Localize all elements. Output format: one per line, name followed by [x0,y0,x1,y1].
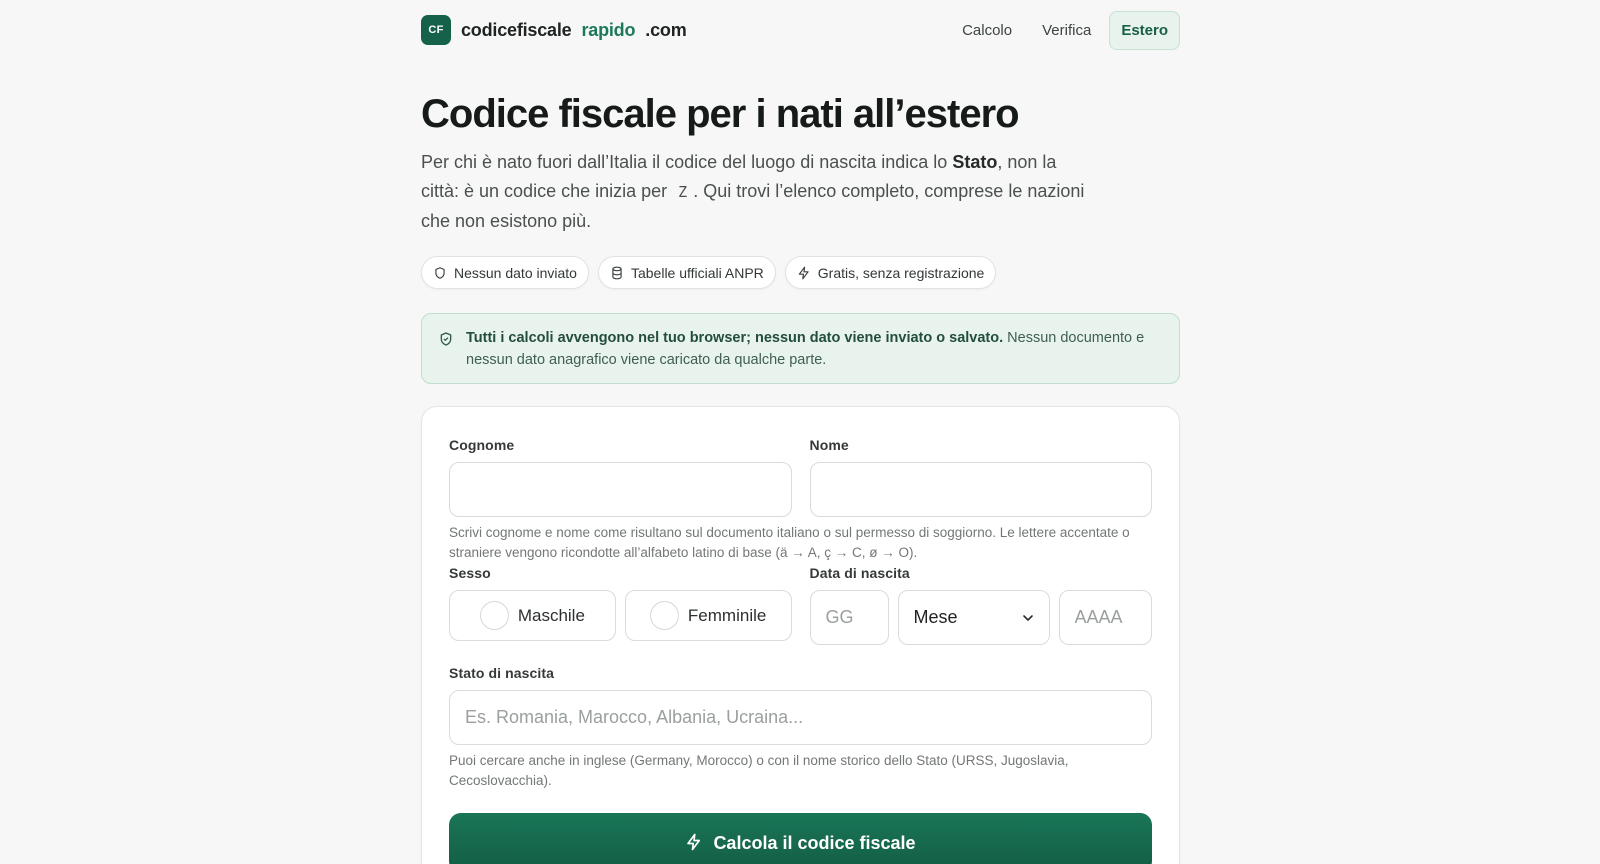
bolt-icon [798,266,809,279]
cognome-field: Cognome [449,437,792,517]
stato-field: Stato di nascita Puoi cercare anche in i… [449,665,1152,791]
calcola-button-label: Calcola il codice fiscale [713,833,916,853]
page-intro: Per chi è nato fuori dall’Italia il codi… [421,148,1091,236]
nome-input[interactable] [809,462,1152,517]
stato-hint: Puoi cercare anche in inglese (Germany, … [449,753,1069,788]
sesso-field: Sesso Maschile Femminile [449,565,792,645]
radio-circle-icon [479,601,509,630]
sex-date-row: Sesso Maschile Femminile Data di nascita [449,565,1152,645]
radio-maschile-label: Maschile [517,605,585,625]
intro-part-1: Per chi è nato fuori dall’Italia il codi… [421,152,953,172]
cognome-input[interactable] [449,462,792,517]
brand-part-1: codicefiscale [461,19,572,40]
name-hint: Scrivi cognome e nome come risultano sul… [449,525,1130,560]
chip-privacy: Nessun dato inviato [421,256,589,289]
brand-link[interactable]: CF codicefiscale rapido .com [421,15,687,45]
cognome-label: Cognome [449,437,515,453]
database-icon [612,266,622,279]
page-title: Codice fiscale per i nati all’estero [421,92,1020,136]
brand-name: codicefiscale rapido .com [461,20,687,41]
radio-circle-icon [649,601,679,630]
sesso-options: Maschile Femminile [449,590,792,641]
data-label: Data di nascita [809,565,910,581]
stato-input[interactable] [449,690,1152,745]
brand-part-2: rapido [581,19,636,40]
logo-icon: CF [421,15,451,45]
page: CF codicefiscale rapido .com Calcolo Verif… [421,0,1180,864]
radio-maschile[interactable]: Maschile [449,590,616,641]
shield-check-icon [440,332,452,346]
privacy-notice: Tutti i calcoli avvengono nel tuo browse… [421,313,1180,384]
stato-label: Stato di nascita [449,665,555,681]
nav-verifica[interactable]: Verifica [1030,11,1103,50]
bolt-icon [687,833,701,851]
notice-bold: Tutti i calcoli avvengono nel tuo browse… [466,330,1004,346]
year-input[interactable] [1058,590,1152,645]
name-row: Cognome Nome [449,437,1152,517]
sesso-label: Sesso [449,565,491,581]
date-inputs: Mese [809,590,1152,645]
chip-free-label: Gratis, senza registrazione [817,264,985,281]
data-field: Data di nascita Mese [809,565,1152,645]
chip-anpr: Tabelle ufficiali ANPR [597,256,776,289]
nome-field: Nome [809,437,1152,517]
intro-code: Z [678,183,688,201]
header: CF codicefiscale rapido .com Calcolo Verif… [421,0,1180,60]
month-select[interactable]: Mese [897,590,1050,645]
main-nav: Calcolo Verifica Estero [950,10,1180,50]
nav-calcolo[interactable]: Calcolo [950,11,1024,50]
chip-privacy-label: Nessun dato inviato [454,264,577,281]
chip-anpr-label: Tabelle ufficiali ANPR [630,264,764,281]
chip-free: Gratis, senza registrazione [784,256,997,289]
nav-estero[interactable]: Estero [1109,10,1180,50]
shield-icon [435,266,445,279]
radio-femminile-label: Femminile [687,605,767,625]
intro-bold: Stato [952,152,998,172]
radio-femminile[interactable]: Femminile [624,590,792,641]
feature-chips: Nessun dato inviato Tabelle ufficiali AN… [421,256,1180,289]
nome-label: Nome [809,437,849,453]
month-select-value: Mese [913,607,958,627]
chevron-down-icon [1022,614,1033,621]
calcola-button[interactable]: Calcola il codice fiscale [449,813,1152,864]
form-card: Cognome Nome Scrivi cognome e nome come … [421,406,1180,864]
brand-part-3: .com [645,19,687,40]
day-input[interactable] [809,590,889,645]
notice-text: Tutti i calcoli avvengono nel tuo browse… [466,327,1157,371]
